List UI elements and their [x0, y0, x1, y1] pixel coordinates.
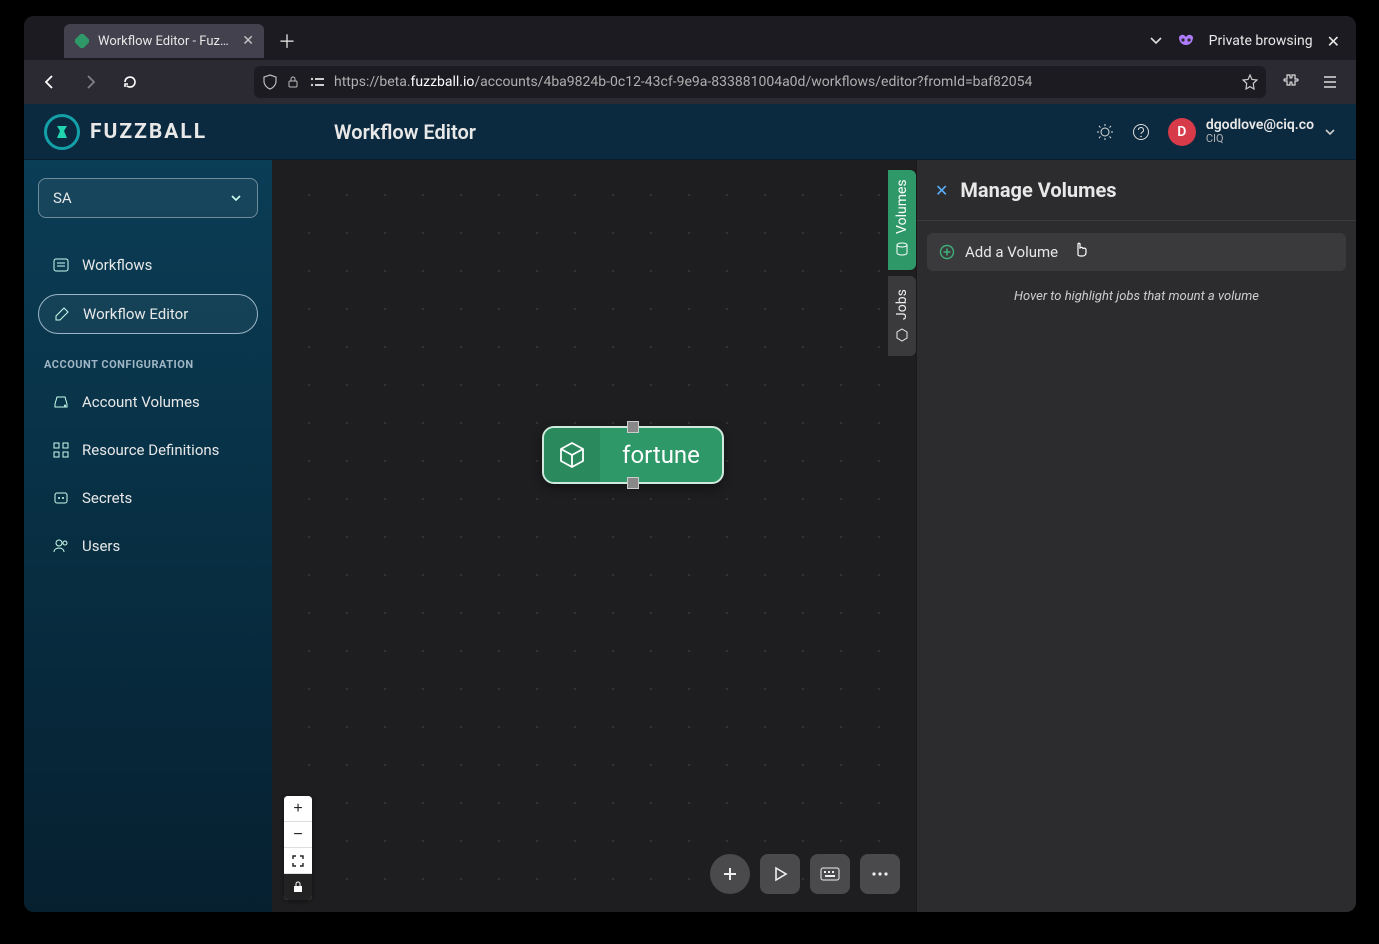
chevron-down-icon — [1324, 126, 1336, 138]
user-org: CIQ — [1206, 133, 1314, 145]
app-header: FUZZBALL Workflow Editor D dgodlove@ciq.… — [24, 104, 1356, 160]
run-button[interactable] — [760, 854, 800, 894]
node-cube-icon — [544, 428, 600, 482]
panel-hint: Hover to highlight jobs that mount a vol… — [927, 283, 1346, 304]
workflow-canvas[interactable]: fortune Volumes Jobs — [272, 160, 916, 912]
sidebar-item-workflows[interactable]: Workflows — [38, 246, 258, 284]
tab-close-icon[interactable]: ✕ — [242, 33, 254, 49]
user-menu[interactable]: D dgodlove@ciq.co CIQ — [1168, 118, 1336, 146]
node-handle-bottom[interactable] — [627, 477, 639, 489]
logo-mark-icon — [44, 114, 80, 150]
side-tab-jobs[interactable]: Jobs — [888, 276, 916, 356]
sidebar-label: Account Volumes — [82, 393, 200, 411]
private-browsing-label: Private browsing — [1209, 33, 1313, 49]
sidebar-label: Workflow Editor — [83, 305, 188, 323]
manage-volumes-panel: ✕ Manage Volumes Add a Volume Hover to h… — [916, 160, 1356, 912]
resources-icon — [52, 441, 70, 459]
nav-forward-button[interactable] — [74, 66, 106, 98]
tabstrip-right: Private browsing ✕ — [1149, 32, 1348, 51]
new-tab-button[interactable]: ＋ — [272, 26, 302, 56]
permissions-icon[interactable] — [308, 75, 326, 89]
workflow-node-fortune[interactable]: fortune — [542, 426, 724, 484]
sidebar-label: Secrets — [82, 489, 132, 507]
sidebar-item-account-volumes[interactable]: Account Volumes — [38, 383, 258, 421]
private-mask-icon — [1177, 34, 1195, 48]
product-name: FUZZBALL — [90, 120, 207, 144]
app-body: SA Workflows Workflow Editor — [24, 160, 1356, 912]
canvas-side-tabs: Volumes Jobs — [888, 170, 916, 356]
edit-icon — [53, 305, 71, 323]
add-volume-label: Add a Volume — [965, 243, 1058, 261]
sidebar-label: Workflows — [82, 256, 152, 274]
app-root: FUZZBALL Workflow Editor D dgodlove@ciq.… — [24, 104, 1356, 912]
bookmark-star-icon[interactable] — [1242, 74, 1258, 90]
users-icon — [52, 537, 70, 555]
node-label: fortune — [600, 441, 722, 469]
context-selector[interactable]: SA — [38, 178, 258, 218]
sidebar-section-label: ACCOUNT CONFIGURATION — [38, 344, 258, 373]
user-email: dgodlove@ciq.co — [1206, 118, 1314, 133]
zoom-out-button[interactable]: − — [284, 822, 312, 848]
drive-icon — [52, 393, 70, 411]
nav-back-button[interactable] — [34, 66, 66, 98]
browser-tabstrip: Workflow Editor - Fuzzba ✕ ＋ Private bro… — [24, 16, 1356, 60]
page-title: Workflow Editor — [316, 120, 1080, 144]
sidebar-item-users[interactable]: Users — [38, 527, 258, 565]
plus-circle-icon — [939, 244, 955, 260]
tab-title: Workflow Editor - Fuzzba — [98, 34, 234, 49]
product-logo[interactable]: FUZZBALL — [24, 114, 300, 150]
node-handle-top[interactable] — [627, 421, 639, 433]
panel-close-icon[interactable]: ✕ — [935, 181, 948, 200]
add-node-button[interactable] — [710, 854, 750, 894]
tabs-dropdown-icon[interactable] — [1149, 34, 1163, 48]
avatar: D — [1168, 118, 1196, 146]
sidebar-item-workflow-editor[interactable]: Workflow Editor — [38, 294, 258, 334]
shield-icon — [262, 74, 278, 90]
chevron-down-icon — [229, 191, 243, 205]
context-value: SA — [53, 189, 72, 207]
sidebar-label: Users — [82, 537, 120, 555]
tab-favicon-icon — [74, 33, 90, 49]
browser-window: Workflow Editor - Fuzzba ✕ ＋ Private bro… — [24, 16, 1356, 912]
side-tab-volumes[interactable]: Volumes — [888, 170, 916, 270]
nav-reload-button[interactable] — [114, 66, 146, 98]
add-volume-button[interactable]: Add a Volume — [927, 233, 1346, 271]
cursor-pointer-icon — [1072, 237, 1090, 257]
theme-toggle-icon[interactable] — [1096, 123, 1114, 141]
canvas-grid — [272, 160, 916, 912]
list-icon — [52, 256, 70, 274]
secret-icon — [52, 489, 70, 507]
zoom-in-button[interactable]: + — [284, 796, 312, 822]
database-icon — [895, 242, 909, 256]
zoom-lock-button[interactable] — [284, 874, 312, 900]
cube-icon — [895, 328, 909, 342]
url-text: https://beta.fuzzball.io/accounts/4ba982… — [334, 74, 1234, 90]
panel-title: Manage Volumes — [960, 178, 1116, 202]
extensions-icon[interactable] — [1274, 66, 1306, 98]
app-menu-icon[interactable] — [1314, 66, 1346, 98]
zoom-fit-button[interactable] — [284, 848, 312, 874]
lock-icon — [286, 75, 300, 89]
help-icon[interactable] — [1132, 123, 1150, 141]
more-button[interactable] — [860, 854, 900, 894]
panel-header: ✕ Manage Volumes — [917, 160, 1356, 221]
sidebar-label: Resource Definitions — [82, 441, 219, 459]
sidebar: SA Workflows Workflow Editor — [24, 160, 272, 912]
window-close-icon[interactable]: ✕ — [1327, 32, 1340, 51]
keyboard-button[interactable] — [810, 854, 850, 894]
url-bar[interactable]: https://beta.fuzzball.io/accounts/4ba982… — [254, 66, 1266, 98]
browser-tab-active[interactable]: Workflow Editor - Fuzzba ✕ — [64, 24, 264, 58]
sidebar-item-resource-definitions[interactable]: Resource Definitions — [38, 431, 258, 469]
browser-toolbar: https://beta.fuzzball.io/accounts/4ba982… — [24, 60, 1356, 104]
zoom-controls: + − — [284, 796, 312, 900]
sidebar-item-secrets[interactable]: Secrets — [38, 479, 258, 517]
canvas-action-bar — [710, 854, 900, 894]
